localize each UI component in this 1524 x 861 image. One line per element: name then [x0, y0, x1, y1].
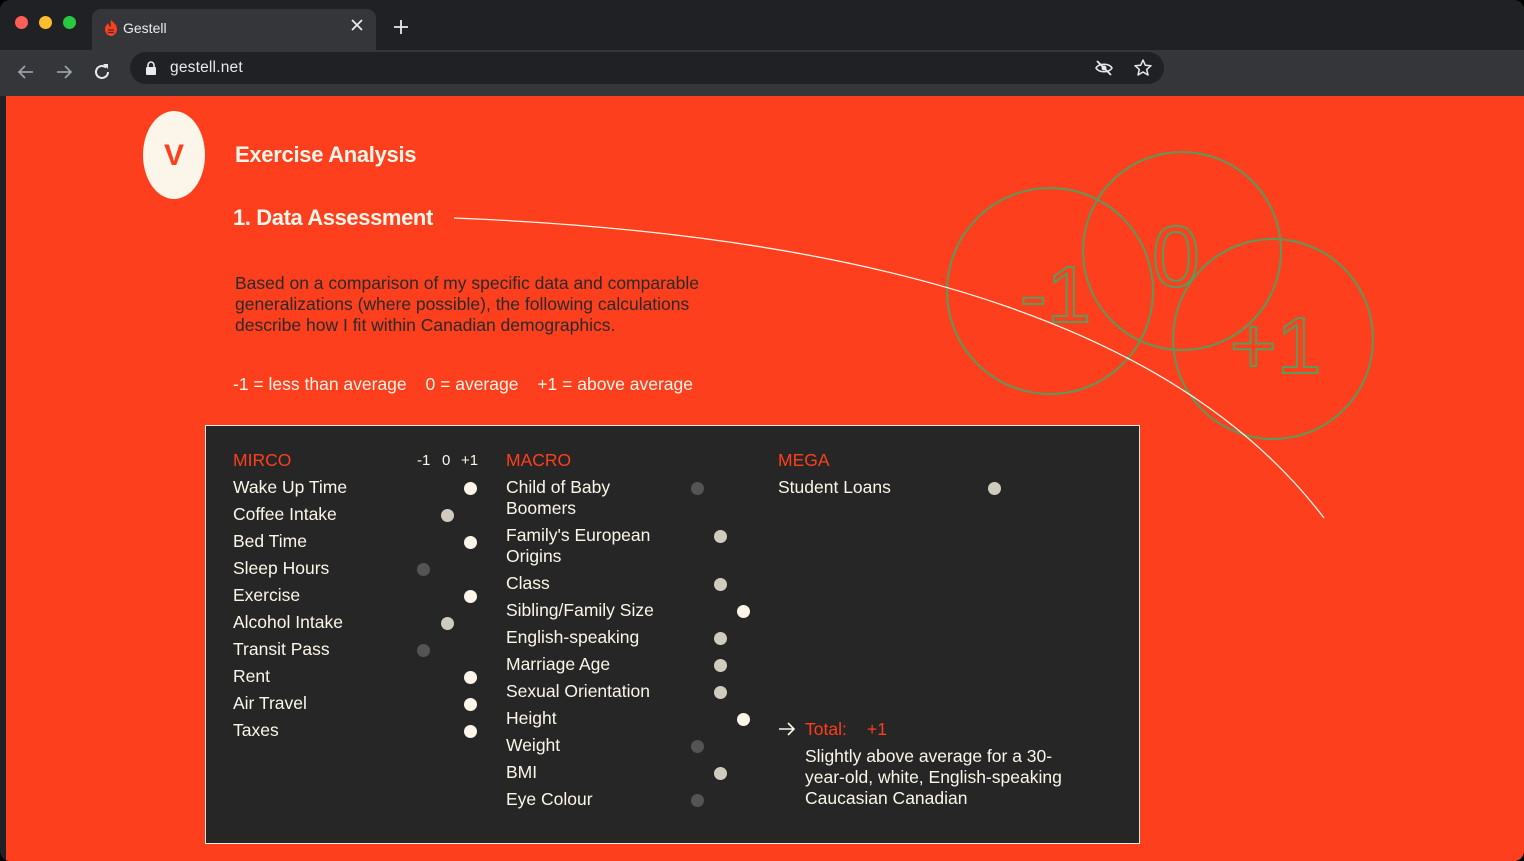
- macro-item: Sexual Orientation: [506, 681, 650, 701]
- score-legend: -1 = less than average 0 = average +1 = …: [233, 374, 707, 395]
- micro-score-dot: [464, 698, 477, 711]
- macro-score-dot: [691, 794, 704, 807]
- page-content: -1 0 +1 V Exercise Analysis 1. Data Asse…: [6, 96, 1524, 861]
- legend-zero: 0 = average: [425, 374, 519, 394]
- macro-score-dot: [714, 767, 727, 780]
- micro-heading: MIRCO: [233, 450, 292, 470]
- section-title: Exercise Analysis: [235, 142, 417, 167]
- micro-item: Transit Pass: [233, 639, 330, 659]
- mega-score-dot: [987, 482, 1001, 495]
- macro-item: Height: [506, 708, 557, 728]
- browser-tab[interactable]: Gestell: [92, 9, 376, 50]
- macro-score-dot: [714, 632, 727, 645]
- tab-title: Gestell: [123, 20, 167, 36]
- macro-heading: MACRO: [506, 450, 572, 470]
- macro-item: Sibling/Family Size: [506, 600, 654, 620]
- micro-item: Wake Up Time: [233, 477, 348, 497]
- micro-score-dot: [464, 590, 477, 603]
- scale-label-zero: 0: [442, 452, 451, 469]
- arrow-right-icon: [779, 722, 796, 736]
- micro-score-dot: [464, 725, 477, 738]
- macro-item: English-speaking: [506, 627, 640, 647]
- micro-item: Exercise: [233, 585, 301, 605]
- circle-label-plus-one: +1: [1230, 301, 1321, 390]
- micro-item: Coffee Intake: [233, 504, 337, 524]
- micro-score-dot: [417, 644, 430, 657]
- legend-plus-one: +1 = above average: [537, 374, 694, 394]
- micro-item: Taxes: [233, 720, 279, 740]
- macro-score-dot: [714, 530, 727, 543]
- macro-score-dot: [714, 659, 727, 672]
- total-description: Slightly above average for a 30-year-old…: [805, 746, 1062, 808]
- browser-window: Gestell gestell.net -1 0 +1 V Exercise A…: [0, 0, 1524, 861]
- reload-icon[interactable]: [89, 59, 115, 85]
- macro-item: Marriage Age: [506, 654, 611, 674]
- micro-item: Bed Time: [233, 531, 307, 551]
- macro-score-dot: [691, 482, 704, 495]
- forward-arrow-icon[interactable]: [51, 59, 77, 85]
- address-bar[interactable]: gestell.net: [130, 52, 1164, 84]
- micro-score-dot: [464, 482, 477, 495]
- section-badge: V: [143, 111, 205, 199]
- assessment-panel: MIRCO -1 0 +1 MACRO MEGA Wake Up Time Cof…: [205, 425, 1140, 844]
- macro-item: Class: [506, 573, 550, 593]
- close-window-button[interactable]: [15, 16, 28, 29]
- mega-heading: MEGA: [778, 450, 830, 470]
- micro-item: Alcohol Intake: [233, 612, 343, 632]
- micro-item: Air Travel: [233, 693, 307, 713]
- macro-item: Child of Baby Boomers: [506, 477, 611, 518]
- micro-score-dot: [417, 563, 430, 576]
- macro-item: BMI: [506, 762, 538, 782]
- macro-item: Weight: [506, 735, 561, 755]
- intro-paragraph: Based on a comparison of my specific dat…: [235, 273, 700, 335]
- gestell-favicon-icon: [105, 20, 117, 36]
- eye-off-icon[interactable]: [1094, 58, 1114, 78]
- macro-score-dot: [714, 686, 727, 699]
- circle-label-minus-one: -1: [1020, 250, 1091, 339]
- total-value: +1: [867, 719, 887, 739]
- micro-item: Rent: [233, 666, 270, 686]
- macro-score-dot: [737, 605, 750, 618]
- mega-item: Student Loans: [778, 477, 891, 497]
- lock-icon: [146, 61, 156, 75]
- legend-minus-one: -1 = less than average: [233, 374, 407, 394]
- close-tab-icon[interactable]: [348, 16, 366, 34]
- bookmark-star-icon[interactable]: [1133, 58, 1153, 78]
- macro-score-dot: [737, 713, 750, 726]
- micro-item: Sleep Hours: [233, 558, 330, 578]
- scale-label-minus-one: -1: [417, 452, 431, 469]
- back-arrow-icon[interactable]: [13, 59, 39, 85]
- macro-item: Eye Colour: [506, 789, 593, 809]
- scale-label-plus-one: +1: [461, 452, 479, 469]
- new-tab-icon[interactable]: [391, 17, 411, 37]
- minimize-window-button[interactable]: [39, 16, 52, 29]
- circle-label-zero: 0: [1152, 209, 1200, 305]
- subsection-title: 1. Data Assessment: [233, 205, 433, 230]
- micro-score-dot: [464, 671, 477, 684]
- macro-score-dot: [714, 578, 727, 591]
- micro-score-dot: [440, 617, 454, 630]
- maximize-window-button[interactable]: [63, 16, 76, 29]
- total-label: Total:: [805, 719, 847, 739]
- micro-score-dot: [464, 536, 477, 549]
- tab-strip: Gestell: [0, 0, 1524, 50]
- url-text: gestell.net: [170, 59, 243, 76]
- micro-score-dot: [440, 509, 454, 522]
- macro-item: Family's European Origins: [506, 525, 651, 566]
- macro-score-dot: [691, 740, 704, 753]
